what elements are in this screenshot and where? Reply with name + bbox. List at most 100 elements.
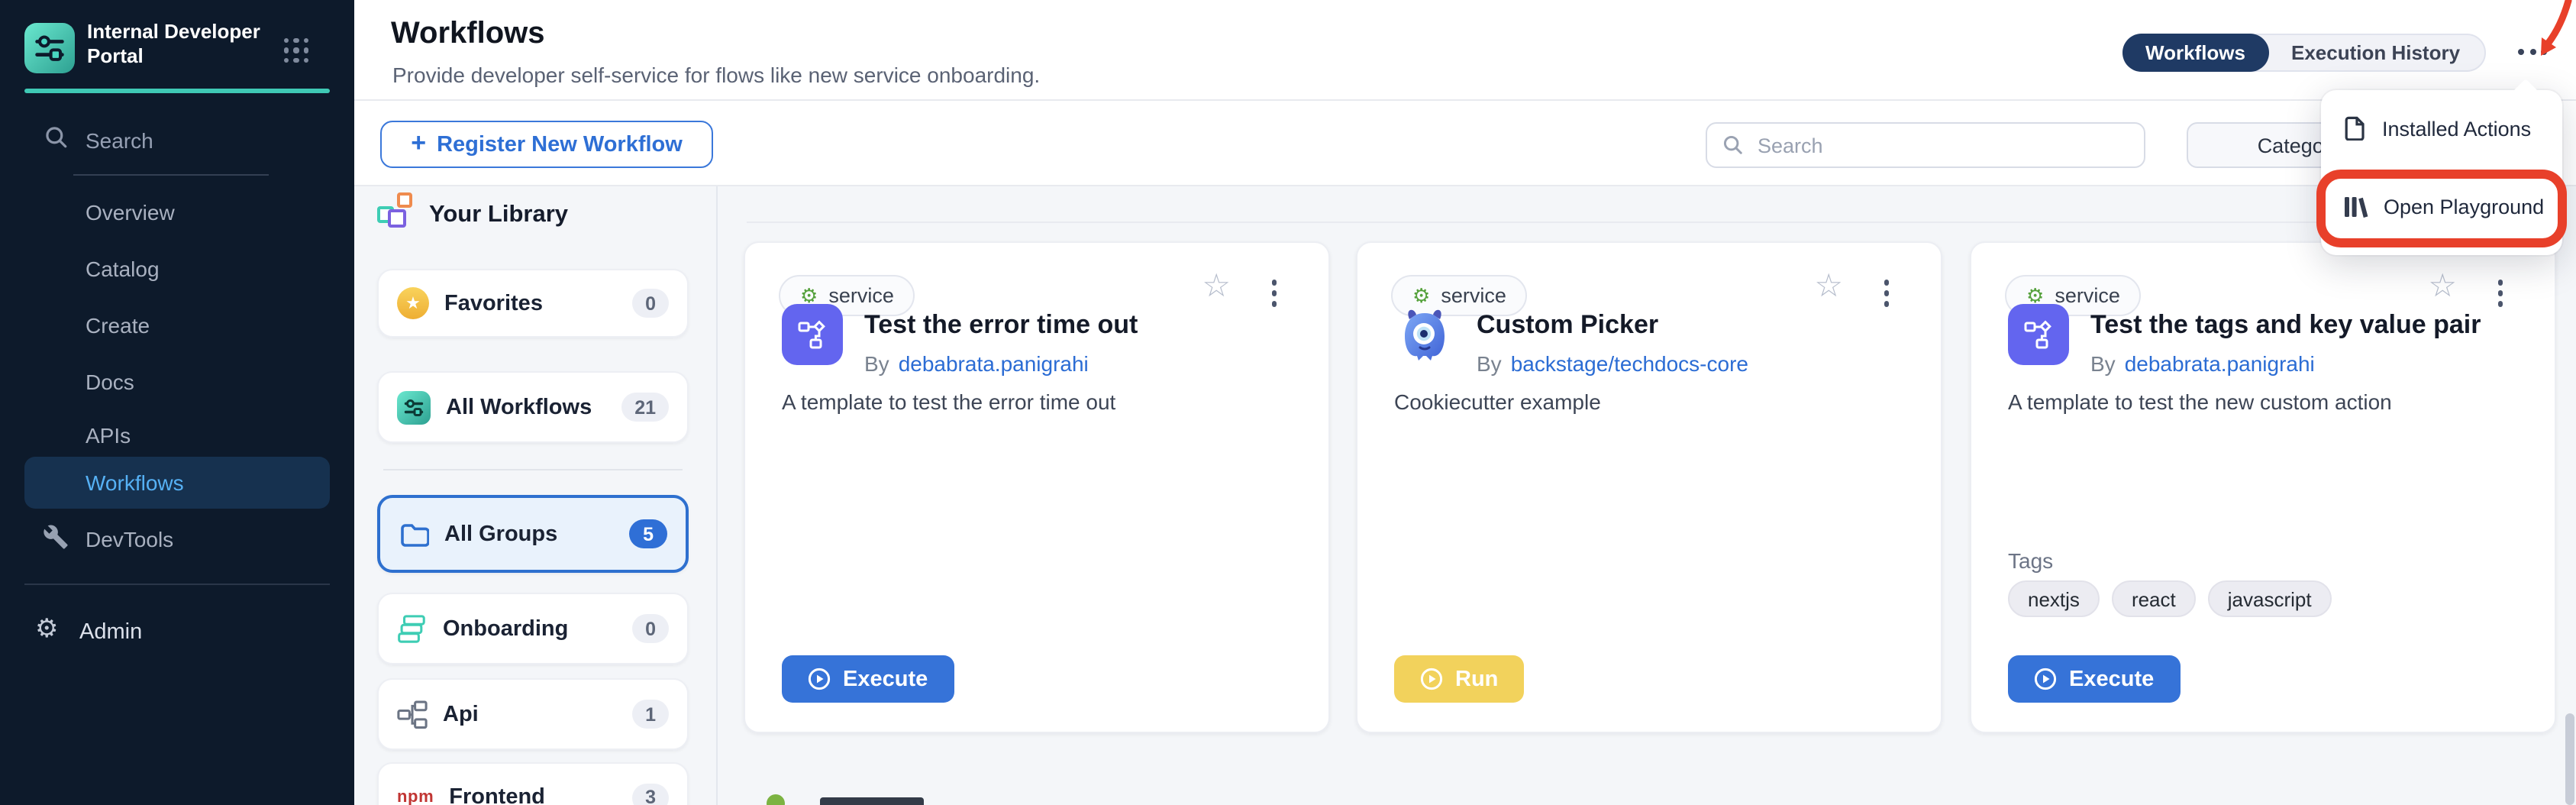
sidebar-search-divider xyxy=(73,174,269,176)
play-icon xyxy=(1420,668,1443,690)
sidebar-item-devtools[interactable]: DevTools xyxy=(86,527,173,551)
library-divider xyxy=(383,469,683,470)
library-cubes-icon xyxy=(377,192,417,232)
register-workflow-label: Register New Workflow xyxy=(437,132,683,157)
group-label: Frontend xyxy=(449,785,545,805)
group-count-badge: 3 xyxy=(632,783,669,805)
library-group-frontend[interactable]: npm Frontend 3 xyxy=(377,762,689,805)
kebab-menu-button[interactable] xyxy=(2494,276,2506,309)
npm-logo-icon: npm xyxy=(397,788,434,805)
view-toggle: Workflows Execution History xyxy=(2122,34,2486,72)
favorites-star-icon: ★ xyxy=(397,287,429,319)
sidebar-item-workflows-label: Workflows xyxy=(86,470,184,495)
author-link[interactable]: debabrata.panigrahi xyxy=(2125,351,2315,376)
library-group-all-groups[interactable]: All Groups 5 xyxy=(377,495,689,573)
workflow-card: ⚙ service ☆ Test the tags and key value … xyxy=(1970,241,2556,733)
execute-button[interactable]: Execute xyxy=(782,655,954,703)
gear-icon: ⚙ xyxy=(35,616,59,642)
library-title: Your Library xyxy=(429,202,568,229)
group-label: Api xyxy=(443,702,479,726)
annotation-arrow xyxy=(2504,0,2576,64)
sidebar-item-admin[interactable]: Admin xyxy=(79,620,142,645)
card-title: Test the tags and key value pair xyxy=(2090,310,2481,341)
by-label: By xyxy=(1477,351,1502,376)
favorite-star-button[interactable]: ☆ xyxy=(1814,270,1843,302)
favorite-star-button[interactable]: ☆ xyxy=(2428,270,2457,302)
page-subtitle: Provide developer self-service for flows… xyxy=(392,63,1040,87)
tag-pill: nextjs xyxy=(2008,580,2100,617)
gear-icon: ⚙ xyxy=(1412,286,1430,306)
author-link[interactable]: backstage/techdocs-core xyxy=(1511,351,1748,376)
search-icon xyxy=(44,125,69,150)
sitemap-icon xyxy=(397,699,428,729)
execute-label: Execute xyxy=(843,667,928,691)
sidebar-divider xyxy=(24,584,330,585)
kebab-menu-button[interactable] xyxy=(1880,276,1892,309)
sidebar: Internal Developer Portal Search Overvie… xyxy=(0,0,354,805)
menu-item-installed-actions[interactable]: Installed Actions xyxy=(2342,116,2531,141)
by-label: By xyxy=(2090,351,2116,376)
group-label: Onboarding xyxy=(443,616,568,641)
tags-row: nextjs react javascript xyxy=(2008,580,2332,617)
card-title: Test the error time out xyxy=(864,310,1138,341)
tag-pill: javascript xyxy=(2208,580,2332,617)
next-section-icon xyxy=(767,794,785,805)
library-group-api[interactable]: Api 1 xyxy=(377,678,689,750)
run-button[interactable]: Run xyxy=(1394,655,1524,703)
card-description: Cookiecutter example xyxy=(1394,390,1601,414)
author-link[interactable]: debabrata.panigrahi xyxy=(899,351,1089,376)
favorite-star-button[interactable]: ☆ xyxy=(1202,270,1231,302)
group-label: Favorites xyxy=(444,291,543,315)
gear-icon: ⚙ xyxy=(800,286,818,306)
page-title: Workflows xyxy=(391,17,545,52)
panel-divider xyxy=(716,186,718,805)
run-label: Run xyxy=(1455,667,1498,691)
sidebar-item-docs[interactable]: Docs xyxy=(86,370,134,394)
gear-icon: ⚙ xyxy=(2026,286,2044,306)
menu-item-label: Installed Actions xyxy=(2382,117,2531,140)
search-icon xyxy=(1722,134,1744,156)
group-label: All Workflows xyxy=(446,395,592,419)
play-icon xyxy=(2034,668,2057,690)
execute-button[interactable]: Execute xyxy=(2008,655,2180,703)
kebab-menu-button[interactable] xyxy=(1268,276,1280,309)
scrollbar-thumb[interactable] xyxy=(2565,713,2574,805)
apps-grid-icon[interactable] xyxy=(284,38,308,63)
execute-label: Execute xyxy=(2069,667,2154,691)
card-title: Custom Picker xyxy=(1477,310,1658,341)
tag-pill: react xyxy=(2112,580,2196,617)
workflow-template-icon xyxy=(782,304,843,365)
layers-icon xyxy=(397,613,428,644)
tab-workflows[interactable]: Workflows xyxy=(2122,34,2268,72)
sidebar-item-catalog[interactable]: Catalog xyxy=(86,257,160,281)
group-count-badge: 0 xyxy=(632,289,669,318)
card-description: A template to test the error time out xyxy=(782,390,1115,414)
by-label: By xyxy=(864,351,889,376)
library-group-favorites[interactable]: ★ Favorites 0 xyxy=(377,269,689,338)
sidebar-item-create[interactable]: Create xyxy=(86,313,150,338)
group-count-badge: 21 xyxy=(621,393,669,422)
app-root: Internal Developer Portal Search Overvie… xyxy=(0,0,2576,805)
workflows-logo-icon xyxy=(397,390,431,424)
register-workflow-button[interactable]: + Register New Workflow xyxy=(380,121,713,168)
category-label: service xyxy=(828,284,894,307)
library-group-onboarding[interactable]: Onboarding 0 xyxy=(377,593,689,664)
card-description: A template to test the new custom action xyxy=(2008,390,2392,414)
group-count-badge: 0 xyxy=(632,614,669,643)
annotation-highlight-ring xyxy=(2316,170,2567,247)
library-group-all-workflows[interactable]: All Workflows 21 xyxy=(377,371,689,443)
category-label: service xyxy=(2055,284,2120,307)
workflow-search[interactable] xyxy=(1706,122,2145,168)
group-count-badge: 5 xyxy=(629,519,667,548)
app-title: Internal Developer Portal xyxy=(87,20,267,69)
app-logo-icon xyxy=(24,23,75,73)
next-section-clipped-text xyxy=(820,797,924,805)
sidebar-item-apis[interactable]: APIs xyxy=(86,423,131,448)
tab-execution-history[interactable]: Execution History xyxy=(2267,35,2484,70)
monster-icon xyxy=(1394,304,1455,365)
sidebar-item-overview[interactable]: Overview xyxy=(86,200,175,225)
folder-icon xyxy=(399,519,429,549)
workflow-card: ⚙ service ☆ Test the error time out Byde… xyxy=(744,241,1330,733)
sidebar-search[interactable]: Search xyxy=(86,128,153,153)
workflow-search-input[interactable] xyxy=(1754,132,2129,158)
